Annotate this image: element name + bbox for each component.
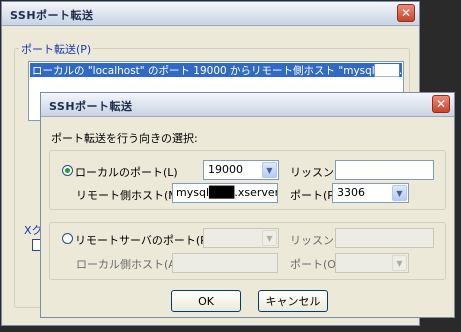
back-dialog-close-button[interactable]: ✕ (397, 4, 415, 22)
remote-port-select-value: 3306 (337, 186, 365, 199)
direction-prompt: ポート転送を行う向きの選択: (51, 132, 198, 145)
local-host-input[interactable] (172, 253, 278, 273)
chevron-down-icon[interactable]: ▼ (392, 255, 407, 271)
back-dialog-title: SSHポート転送 (10, 9, 94, 22)
dialog-titlebar: SSHポート転送 ✕ (41, 93, 454, 117)
local-host-label: ローカル側ホスト(A) (76, 258, 181, 271)
cancel-button-label: キャンセル (265, 295, 321, 308)
local-port-select-value: 19000 (208, 163, 243, 176)
remote-host-input[interactable]: mysql███.xserver.jp (172, 183, 278, 203)
dialog-title: SSHポート転送 (49, 100, 133, 113)
remote-port-label: ポート(P) (290, 189, 339, 202)
remote-server-port-select[interactable]: ▼ (203, 228, 279, 248)
remote-host-label: リモート側ホスト(M) (76, 189, 183, 202)
dialog-close-button[interactable]: ✕ (432, 95, 450, 113)
chevron-down-icon[interactable]: ▼ (262, 230, 277, 246)
remote-listen-input[interactable] (335, 228, 434, 248)
cancel-button[interactable]: キャンセル (258, 290, 328, 312)
remote-port-radio[interactable] (62, 233, 73, 244)
list-item[interactable]: ローカルの "localhost" のポート 19000 からリモート側ホスト … (30, 63, 402, 77)
remote-port-select[interactable]: 3306 ▼ (332, 183, 409, 203)
local-listen-input[interactable] (335, 160, 434, 180)
ok-button[interactable]: OK (171, 290, 241, 312)
local-port-radio-label[interactable]: ローカルのポート(L) (75, 164, 178, 180)
remote-port-radio-label[interactable]: リモートサーバのポート(R) (75, 232, 212, 248)
close-icon: ✕ (435, 97, 447, 111)
ok-button-label: OK (198, 294, 214, 308)
local-port-radio[interactable] (62, 165, 73, 176)
ssh-port-forwarding-dialog: SSHポート転送 ✕ ポート転送を行う向きの選択: ローカルのポート(L) 19… (40, 92, 455, 318)
chevron-down-icon[interactable]: ▼ (392, 185, 407, 201)
local-port-select[interactable]: 19000 ▼ (203, 160, 279, 180)
chevron-down-icon[interactable]: ▼ (262, 162, 277, 178)
close-icon: ✕ (400, 6, 412, 20)
local-port-label: ポート(O) (290, 258, 341, 271)
back-dialog-titlebar: SSHポート転送 ✕ (2, 2, 419, 26)
local-port-destination-select[interactable]: ▼ (335, 253, 409, 273)
port-forwarding-group-label: ポート転送(P) (19, 41, 94, 57)
